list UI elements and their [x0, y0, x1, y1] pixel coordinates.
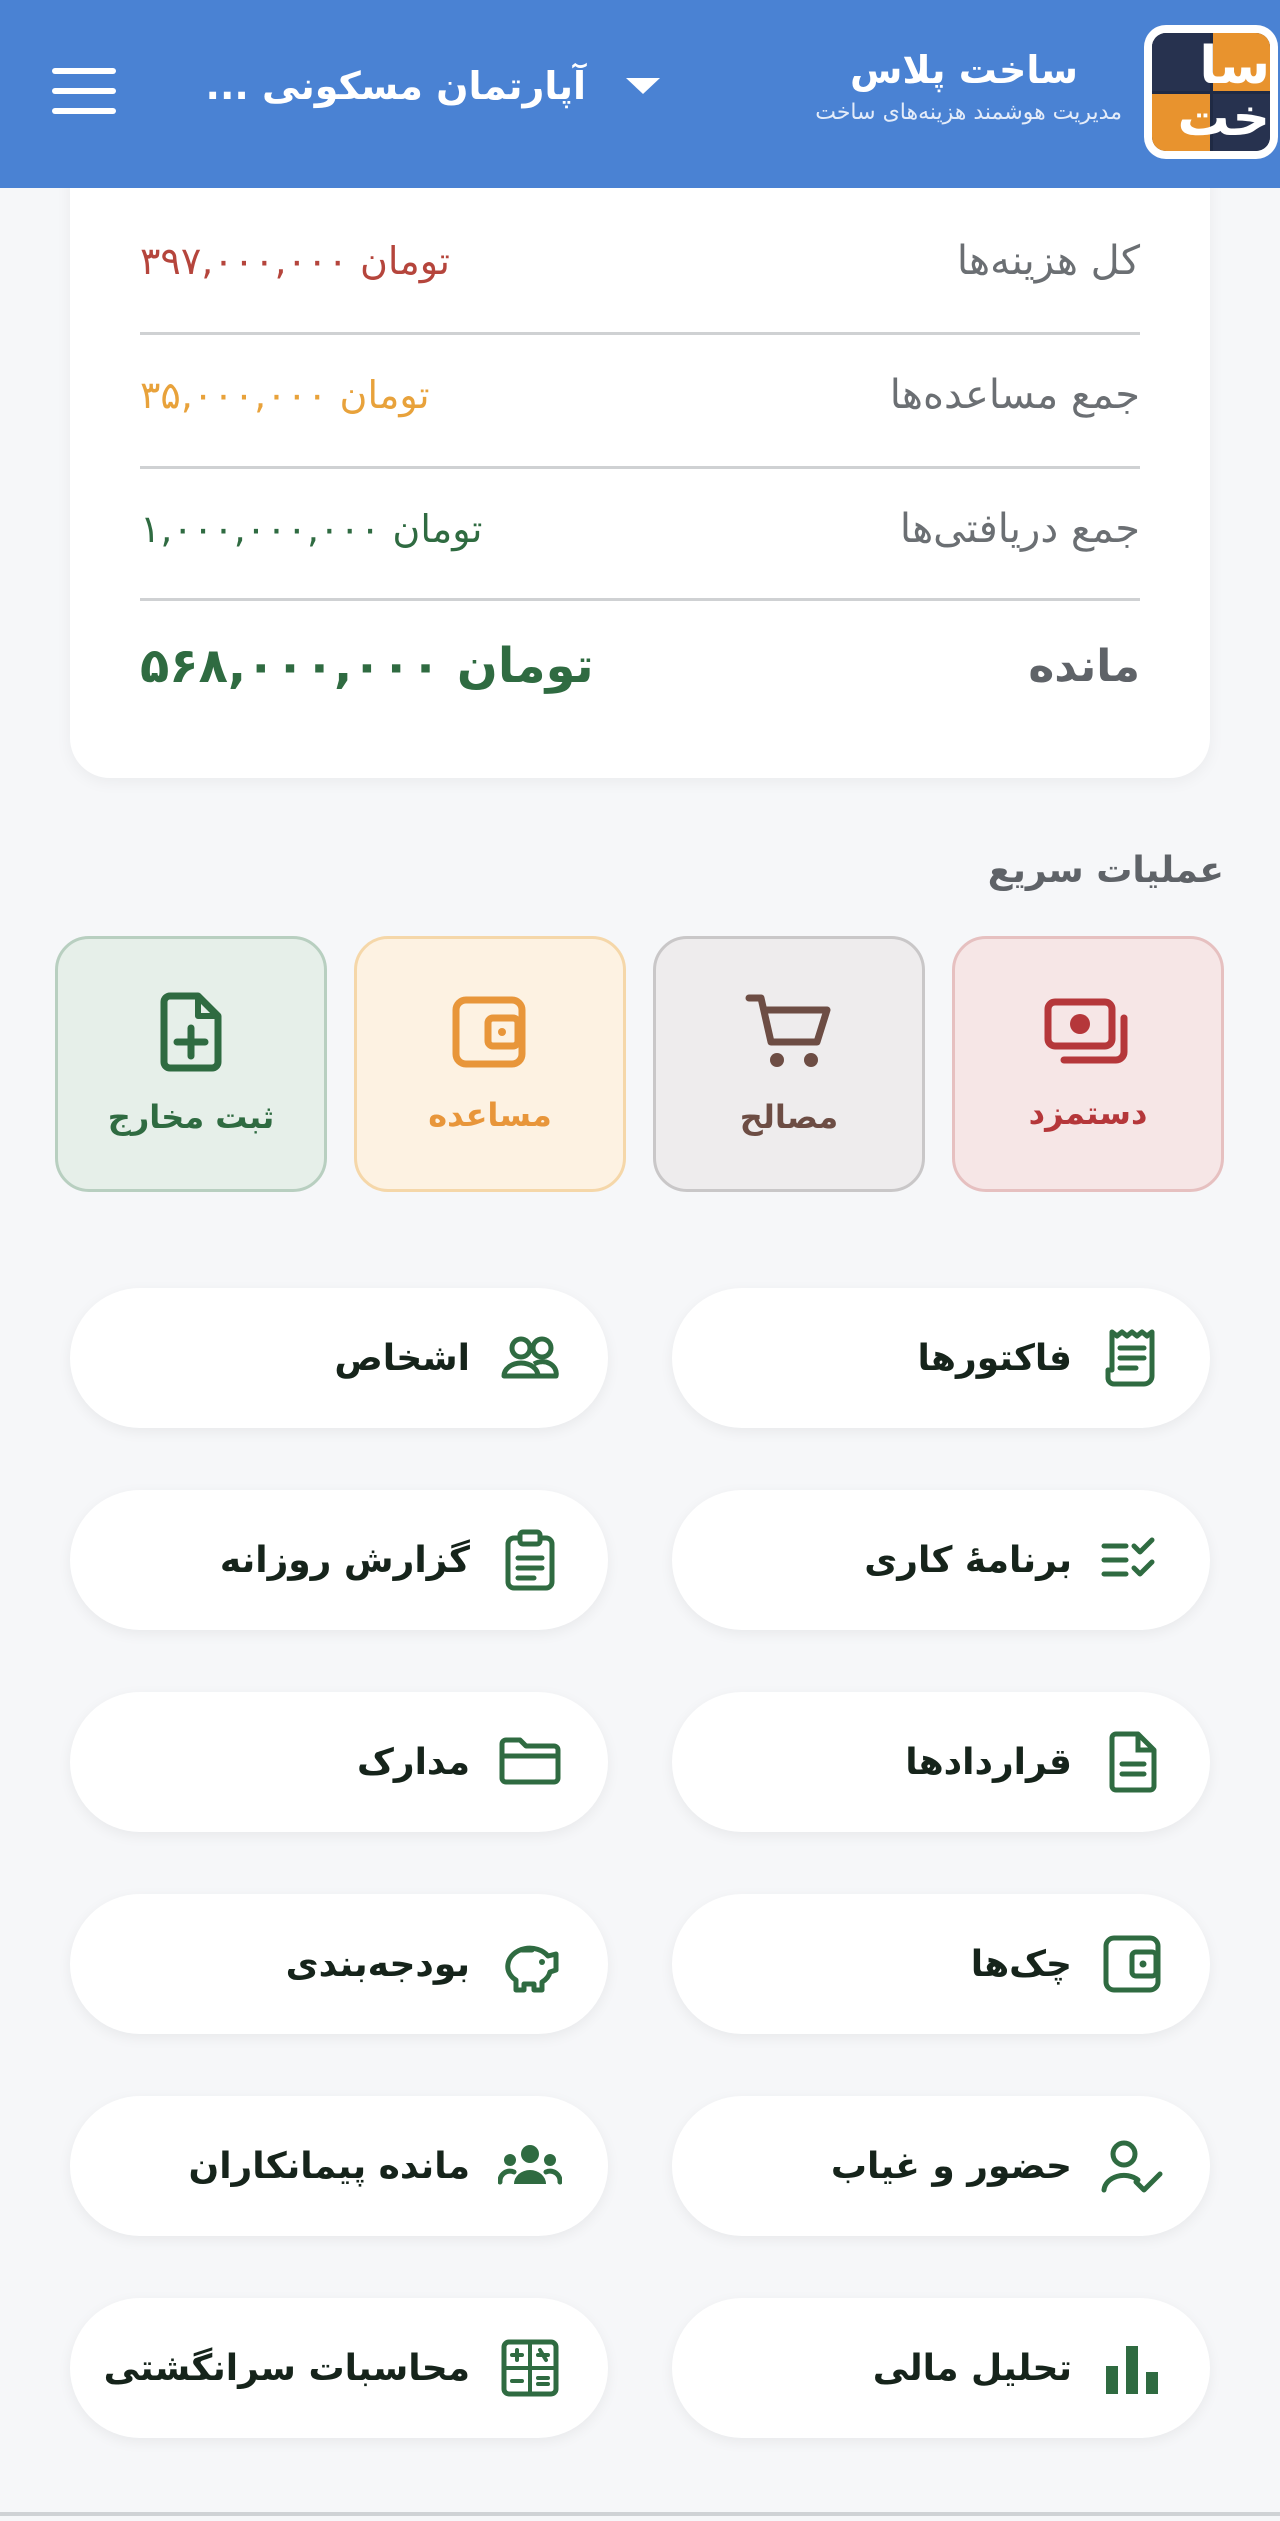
- menu-label: محاسبات سرانگشتی: [103, 2347, 470, 2389]
- menu-label: چک‌ها: [970, 1943, 1072, 1985]
- balance-label: مانده: [1028, 640, 1140, 692]
- divider: [140, 466, 1140, 469]
- menu-label: فاکتورها: [917, 1337, 1073, 1379]
- wallet-icon: [1103, 1935, 1161, 1993]
- bar-chart-icon: [1106, 2346, 1158, 2394]
- total-received-label: جمع دریافتی‌ها: [899, 506, 1140, 552]
- menu-label: اشخاص: [334, 1337, 470, 1379]
- app-title: ساخت پلاس: [849, 48, 1078, 92]
- total-received-value: ۱,۰۰۰,۰۰۰,۰۰۰ تومان: [140, 507, 483, 551]
- divider: [140, 598, 1140, 601]
- menu-checks[interactable]: چک‌ها: [672, 1894, 1210, 2034]
- folder-icon: [499, 1737, 561, 1785]
- menu-financial-analysis[interactable]: تحلیل مالی: [672, 2298, 1210, 2438]
- clipboard-icon: [505, 1529, 555, 1591]
- calculator-icon: [501, 2339, 559, 2397]
- cash-icon: [1044, 998, 1128, 1064]
- menu-label: مانده پیمانکاران: [188, 2145, 470, 2187]
- menu-label: حضور و غیاب: [830, 2145, 1072, 2187]
- quick-action-add-expense[interactable]: ثبت مخارج: [55, 936, 327, 1192]
- menu-label: تحلیل مالی: [872, 2347, 1072, 2389]
- summary-row-total-received: جمع دریافتی‌ها ۱,۰۰۰,۰۰۰,۰۰۰ تومان: [140, 506, 1140, 552]
- menu-label: بودجه‌بندی: [285, 1943, 470, 1985]
- total-advances-value: ۳۵,۰۰۰,۰۰۰ تومان: [140, 373, 430, 417]
- total-expenses-value: ۳۹۷,۰۰۰,۰۰۰ تومان: [140, 239, 450, 283]
- file-plus-icon: [160, 992, 222, 1072]
- cart-icon: [745, 994, 831, 1067]
- menu-contracts[interactable]: قراردادها: [672, 1692, 1210, 1832]
- document-icon: [1109, 1731, 1157, 1793]
- total-expenses-label: کل هزینه‌ها: [956, 238, 1140, 284]
- menu-attendance[interactable]: حضور و غیاب: [672, 2096, 1210, 2236]
- bottom-divider: [0, 2512, 1280, 2516]
- app-header: سا خت ساخت پلاس مدیریت هوشمند هزینه‌های …: [0, 0, 1280, 188]
- app-logo: سا خت: [1144, 25, 1278, 159]
- menu-label: گزارش روزانه: [219, 1539, 470, 1581]
- total-advances-label: جمع مساعده‌ها: [889, 372, 1140, 418]
- menu-label: برنامهٔ کاری: [864, 1539, 1072, 1581]
- piggy-bank-icon: [505, 1945, 559, 1993]
- quick-actions-title: عملیات سریع: [987, 850, 1224, 891]
- quick-action-label: دستمزد: [1028, 1094, 1148, 1132]
- quick-action-advance[interactable]: مساعده: [354, 936, 626, 1192]
- menu-documents[interactable]: مدارک: [70, 1692, 608, 1832]
- app-subtitle: مدیریت هوشمند هزینه‌های ساخت: [815, 100, 1122, 125]
- summary-row-balance: مانده ۵۶۸,۰۰۰,۰۰۰ تومان: [140, 638, 1140, 694]
- people-icon: [501, 1336, 559, 1379]
- menu-daily-report[interactable]: گزارش روزانه: [70, 1490, 608, 1630]
- menu-people[interactable]: اشخاص: [70, 1288, 608, 1428]
- logo-text: سا خت: [1177, 36, 1270, 148]
- summary-row-total-expenses: کل هزینه‌ها ۳۹۷,۰۰۰,۰۰۰ تومان: [140, 238, 1140, 284]
- quick-action-label: مساعده: [428, 1096, 552, 1134]
- wallet-icon: [452, 996, 526, 1068]
- quick-action-label: ثبت مخارج: [107, 1098, 275, 1136]
- user-check-icon: [1101, 2140, 1163, 2193]
- menu-label: قراردادها: [905, 1741, 1072, 1783]
- summary-row-total-advances: جمع مساعده‌ها ۳۵,۰۰۰,۰۰۰ تومان: [140, 372, 1140, 418]
- project-name: آپارتمان مسکونی ...: [205, 64, 586, 108]
- hamburger-menu-icon[interactable]: [52, 68, 116, 114]
- team-icon: [498, 2145, 562, 2185]
- receipt-icon: [1105, 1329, 1155, 1387]
- quick-action-wages[interactable]: دستمزد: [952, 936, 1224, 1192]
- menu-contractor-balance[interactable]: مانده پیمانکاران: [70, 2096, 608, 2236]
- menu-quick-calculations[interactable]: محاسبات سرانگشتی: [70, 2298, 608, 2438]
- divider: [140, 332, 1140, 335]
- checklist-icon: [1101, 1537, 1155, 1577]
- menu-invoices[interactable]: فاکتورها: [672, 1288, 1210, 1428]
- menu-label: مدارک: [356, 1741, 470, 1783]
- quick-action-materials[interactable]: مصالح: [653, 936, 925, 1192]
- quick-action-label: مصالح: [739, 1098, 839, 1136]
- project-selector[interactable]: آپارتمان مسکونی ...: [200, 56, 660, 116]
- menu-work-schedule[interactable]: برنامهٔ کاری: [672, 1490, 1210, 1630]
- chevron-down-icon: [626, 78, 660, 94]
- menu-budgeting[interactable]: بودجه‌بندی: [70, 1894, 608, 2034]
- financial-summary-card: کل هزینه‌ها ۳۹۷,۰۰۰,۰۰۰ تومان جمع مساعده…: [70, 140, 1210, 778]
- balance-value: ۵۶۸,۰۰۰,۰۰۰ تومان: [140, 638, 594, 694]
